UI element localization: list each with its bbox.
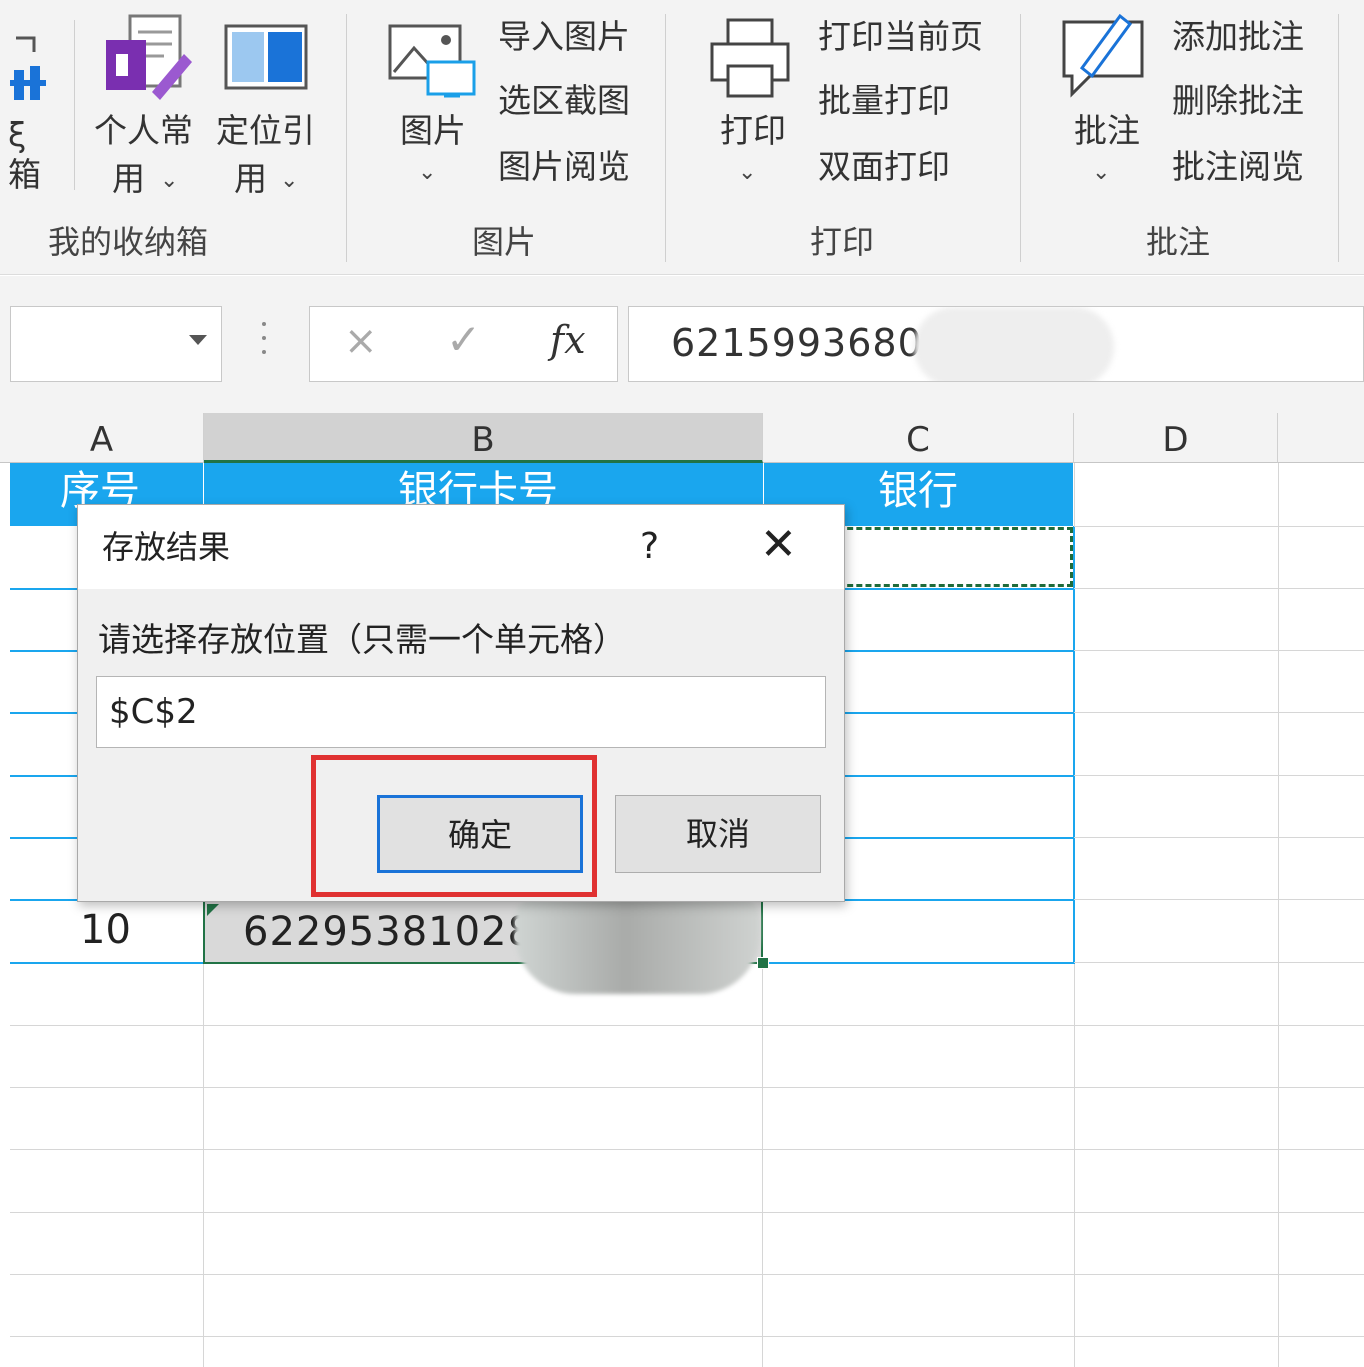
redaction-blur <box>515 898 760 994</box>
header-cell-bank[interactable]: 银行 <box>878 471 958 511</box>
comment-pencil-icon <box>1062 13 1144 98</box>
cancel-button[interactable]: 取消 <box>615 795 821 873</box>
personal-common-label-2: 用 <box>112 159 145 198</box>
picture-viewer-item[interactable]: 图片阅览 <box>498 150 630 183</box>
separator <box>1020 14 1021 262</box>
personal-notebook-icon <box>106 14 192 100</box>
print-group-label: 打印 <box>810 223 875 261</box>
row-line <box>10 1025 1364 1026</box>
fill-handle[interactable] <box>757 957 769 969</box>
picture-button-label: 图片 <box>400 111 466 150</box>
print-button-label: 打印 <box>720 111 786 150</box>
storage-partial-label-bottom: 箱 <box>8 155 41 194</box>
batch-print-item[interactable]: 批量打印 <box>818 84 950 117</box>
chevron-down-icon: ⌄ <box>418 160 437 185</box>
row-line <box>1074 526 1364 527</box>
chevron-down-icon: ⌄ <box>280 168 299 193</box>
separator <box>346 14 347 262</box>
comment-button-label: 批注 <box>1074 111 1140 150</box>
separator <box>74 20 75 190</box>
confirm-formula-icon[interactable]: ✓ <box>446 319 481 361</box>
name-box[interactable] <box>10 306 222 382</box>
print-current-page-item[interactable]: 打印当前页 <box>818 20 983 53</box>
locate-reference-label-2: 用 <box>234 159 267 198</box>
cell-a10[interactable]: 10 <box>80 910 131 950</box>
comment-group-label: 批注 <box>1146 223 1211 261</box>
picture-button[interactable]: 图片 ⌄ <box>380 14 484 194</box>
cancel-formula-icon[interactable]: × <box>344 321 378 361</box>
highlight-annotation <box>311 755 597 897</box>
chevron-down-icon: ⌄ <box>160 168 179 193</box>
drag-handle-icon[interactable] <box>262 322 266 362</box>
error-indicator-icon <box>207 904 219 916</box>
area-screenshot-item[interactable]: 选区截图 <box>498 84 630 117</box>
column-header-c[interactable]: C <box>763 413 1074 463</box>
insert-function-icon[interactable]: fx <box>550 321 586 359</box>
formula-value: 62159936800 <box>671 321 948 365</box>
column-header-e[interactable] <box>1278 413 1364 463</box>
column-header-a[interactable]: A <box>0 413 204 463</box>
picture-icon <box>388 24 476 98</box>
separator <box>665 14 666 262</box>
row-line <box>1074 712 1364 713</box>
column-header-b[interactable]: B <box>204 413 763 463</box>
picture-group-label: 图片 <box>472 223 537 261</box>
row-line <box>10 1087 1364 1088</box>
printer-icon <box>710 18 790 98</box>
separator <box>1338 14 1339 262</box>
help-icon[interactable]: ? <box>640 529 659 565</box>
comment-button[interactable]: 批注 ⌄ <box>1054 10 1154 194</box>
row-line <box>10 1149 1364 1150</box>
delete-comment-item[interactable]: 删除批注 <box>1172 84 1304 117</box>
ribbon: ξ 箱 个人常 用 ⌄ 定位引 用 ⌄ 我的收纳箱 图片 ⌄ 导入图片 选区截图… <box>0 0 1364 275</box>
row-line <box>10 1336 1364 1337</box>
column-line <box>1278 463 1279 1367</box>
close-icon[interactable]: ✕ <box>760 523 797 567</box>
row-line <box>10 1274 1364 1275</box>
duplex-print-item[interactable]: 双面打印 <box>818 150 950 183</box>
dialog-title: 存放结果 <box>102 528 231 566</box>
personal-common-button[interactable]: 个人常 用 ⌄ <box>90 10 202 200</box>
storage-partial-label-top: ξ <box>8 115 27 154</box>
print-button[interactable]: 打印 ⌄ <box>700 14 800 194</box>
caret-down-icon[interactable] <box>189 335 207 345</box>
row-line <box>1074 650 1364 651</box>
tools-icon <box>10 36 46 100</box>
formula-controls: × ✓ fx <box>309 306 618 382</box>
storage-group-label: 我的收纳箱 <box>48 223 209 261</box>
row-line <box>10 1212 1364 1213</box>
formula-input[interactable]: 62159936800 <box>628 306 1364 382</box>
chevron-down-icon: ⌄ <box>738 160 757 185</box>
locate-reference-label-1: 定位引 <box>216 111 315 150</box>
selected-cell-b10[interactable]: 62295381028 <box>203 898 763 994</box>
add-comment-item[interactable]: 添加批注 <box>1172 20 1304 53</box>
row-line <box>1074 837 1364 838</box>
redaction-blur <box>914 307 1114 381</box>
locate-reference-button[interactable]: 定位引 用 ⌄ <box>212 10 324 200</box>
comment-viewer-item[interactable]: 批注阅览 <box>1172 150 1304 183</box>
row-line <box>1074 962 1364 963</box>
cell-b10-value: 62295381028 <box>243 909 534 955</box>
row-line <box>1074 588 1364 589</box>
row-line <box>1074 775 1364 776</box>
locate-panel-icon <box>224 24 308 90</box>
column-header-d[interactable]: D <box>1074 413 1278 463</box>
location-prompt: 请选择存放位置（只需一个单元格） <box>98 620 626 659</box>
location-input[interactable] <box>96 676 826 748</box>
chevron-down-icon: ⌄ <box>1092 160 1111 185</box>
dialog-titlebar[interactable]: 存放结果 ? ✕ <box>78 505 844 589</box>
copy-marquee <box>838 527 1073 587</box>
row-line <box>1074 899 1364 900</box>
personal-common-label-1: 个人常 <box>94 111 193 150</box>
import-picture-item[interactable]: 导入图片 <box>498 20 630 53</box>
